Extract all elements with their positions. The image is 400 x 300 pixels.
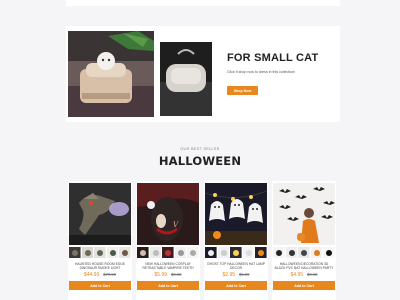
product-name[interactable]: NEW HALLOWEEN COSPLAY RETRACTABLE VAMPIR… (138, 262, 198, 271)
product-thumbnail[interactable] (106, 246, 119, 258)
product-name[interactable]: GHOST TOP HALLOWEEN HAT LAMP DECOR (206, 262, 266, 271)
add-to-cart-button[interactable]: Add to Cart (137, 281, 199, 290)
product-price: $2.95 (222, 272, 236, 278)
product-thumbnail[interactable] (187, 246, 199, 258)
product-thumbnail[interactable] (205, 246, 217, 258)
product-thumbnail[interactable] (174, 246, 187, 258)
product-old-price: $9.99 (171, 272, 182, 277)
product-thumbnail[interactable] (242, 246, 255, 258)
product-price: $5.99 (154, 272, 168, 278)
section-title: HALLOWEEN (158, 154, 242, 168)
product-thumbnail[interactable] (162, 246, 174, 258)
add-to-cart-button[interactable]: Add to Cart (69, 281, 131, 290)
product-image[interactable]: V (137, 183, 199, 245)
product-thumbnail[interactable] (298, 246, 310, 258)
product-thumbnail[interactable] (69, 246, 81, 258)
product-image[interactable] (69, 183, 131, 245)
product-card[interactable]: GHOST TOP HALLOWEEN HAT LAMP DECOR $2.95… (204, 181, 268, 300)
promo-subtitle: Click it shop now to dress in this colle… (227, 70, 296, 74)
product-thumbnail[interactable] (217, 246, 230, 258)
product-thumbnail[interactable] (323, 246, 335, 258)
product-old-price: $5.99 (239, 272, 250, 277)
product-name[interactable]: HAUNTED HOUSE ROOM EDGE DINOSAUR SMOKE L… (70, 262, 130, 271)
product-thumbnail[interactable] (255, 246, 267, 258)
product-thumbnail[interactable] (230, 246, 242, 258)
promo-title: FOR SMALL CAT (227, 52, 319, 64)
section-eyebrow: OUR BEST SELLER (180, 147, 220, 151)
product-card[interactable]: HAUNTED HOUSE ROOM EDGE DINOSAUR SMOKE L… (68, 181, 132, 300)
promo-banner: FOR SMALL CAT Click it shop now to dress… (66, 26, 340, 122)
product-card[interactable]: HALLOWEEN DECORATION 3D BLACK PVC BAT HA… (272, 181, 336, 300)
cat-bed-seat-photo (160, 42, 212, 116)
product-price: $44.99 (83, 272, 100, 278)
product-old-price: $79.99 (103, 272, 117, 277)
product-price: $4.95 (290, 272, 304, 278)
product-thumbnail[interactable] (137, 246, 149, 258)
cat-bed-car-photo (68, 31, 154, 117)
product-thumbnail[interactable] (273, 246, 285, 258)
product-card[interactable]: V NEW HALLOWEEN COSPLAY RETRACTABLE VAMP… (136, 181, 200, 300)
product-thumbnail[interactable] (94, 246, 106, 258)
product-image[interactable] (205, 183, 267, 245)
product-old-price: $9.99 (307, 272, 318, 277)
add-to-cart-button[interactable]: Add to Cart (205, 281, 267, 290)
product-image[interactable] (273, 183, 335, 245)
product-thumbnail[interactable] (149, 246, 162, 258)
product-name[interactable]: HALLOWEEN DECORATION 3D BLACK PVC BAT HA… (274, 262, 334, 271)
product-thumbnail[interactable] (119, 246, 131, 258)
product-thumbnail[interactable] (310, 246, 323, 258)
shop-now-button[interactable]: Shop Now (227, 86, 258, 95)
add-to-cart-button[interactable]: Add to Cart (273, 281, 335, 290)
product-thumbnail[interactable] (285, 246, 298, 258)
product-thumbnail[interactable] (81, 246, 94, 258)
top-strip (66, 0, 340, 6)
